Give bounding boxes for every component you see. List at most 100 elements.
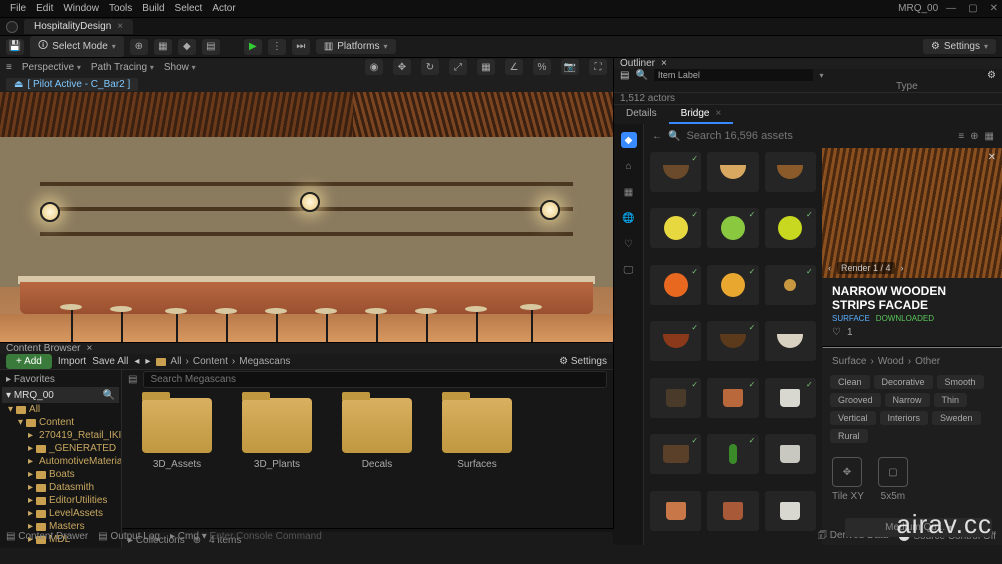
select-mode-button[interactable]: 🛈 Select Mode ▾: [30, 36, 124, 57]
save-all-button[interactable]: Save All: [92, 356, 128, 367]
folder-item[interactable]: Decals: [342, 398, 412, 470]
bridge-home-icon[interactable]: ◆: [621, 132, 637, 148]
import-button[interactable]: Import: [58, 356, 86, 367]
sequencer-icon[interactable]: ▤: [202, 39, 220, 55]
tree-node[interactable]: ▸ LevelAssets: [8, 507, 119, 520]
favorites-section[interactable]: ▸ Favorites: [2, 372, 119, 388]
tab-details[interactable]: Details: [614, 105, 669, 124]
viewport-maximize-icon[interactable]: ⛶: [589, 59, 607, 75]
sort-icon[interactable]: ⊕: [970, 131, 978, 142]
viewport-menu-icon[interactable]: ≡: [6, 62, 12, 73]
settings-button[interactable]: ⚙ Settings ▾: [923, 39, 996, 54]
path-breadcrumb[interactable]: All › Content › Megascans: [156, 356, 290, 367]
asset-thumb[interactable]: ✓: [707, 378, 758, 418]
asset-thumb[interactable]: ✓: [765, 265, 816, 305]
next-render-icon[interactable]: ›: [901, 263, 904, 273]
cb-settings-button[interactable]: ⚙ Settings: [559, 356, 607, 367]
asset-thumb[interactable]: [650, 491, 701, 531]
asset-thumb[interactable]: [765, 434, 816, 474]
asset-thumb[interactable]: [707, 491, 758, 531]
gizmo-select-icon[interactable]: ◉: [365, 59, 383, 75]
menu-select[interactable]: Select: [175, 3, 203, 14]
close-tab-icon[interactable]: ×: [715, 108, 721, 119]
perspective-dropdown[interactable]: Perspective ▾: [22, 62, 81, 73]
folder-item[interactable]: Surfaces: [442, 398, 512, 470]
tag[interactable]: Rural: [830, 429, 868, 443]
gizmo-move-icon[interactable]: ✥: [393, 59, 411, 75]
tag[interactable]: Smooth: [937, 375, 984, 389]
eject-icon[interactable]: ⏏: [14, 79, 23, 90]
filter-icon[interactable]: ▤: [128, 374, 137, 385]
bridge-collections-icon[interactable]: ▦: [621, 184, 637, 200]
asset-thumb[interactable]: ✓: [650, 378, 701, 418]
menu-file[interactable]: File: [10, 3, 26, 14]
close-panel-icon[interactable]: ×: [661, 58, 667, 69]
marketplace-icon[interactable]: ▦: [154, 39, 172, 55]
save-icon[interactable]: 💾: [6, 39, 24, 55]
cmd-input[interactable]: ▸ Cmd ▾ Enter Console Command: [170, 531, 322, 542]
content-drawer-button[interactable]: ▤ Content Drawer: [6, 531, 88, 542]
asset-thumb[interactable]: ✓: [707, 321, 758, 361]
menu-actor[interactable]: Actor: [212, 3, 235, 14]
asset-thumb[interactable]: [765, 321, 816, 361]
output-log-button[interactable]: ▤ Output Log: [98, 531, 160, 542]
snap-scale-icon[interactable]: %: [533, 59, 551, 75]
close-panel-icon[interactable]: ×: [86, 343, 92, 354]
tag[interactable]: Clean: [830, 375, 870, 389]
tree-node[interactable]: ▸ EditorUtilities: [8, 494, 119, 507]
outliner-options-icon[interactable]: ⚙: [987, 70, 996, 81]
bridge-favorites-icon[interactable]: ♡: [621, 236, 637, 252]
camera-speed-icon[interactable]: 📷: [561, 59, 579, 75]
folder-item[interactable]: 3D_Assets: [142, 398, 212, 470]
asset-thumb[interactable]: ✓: [650, 321, 701, 361]
asset-thumb[interactable]: [707, 152, 758, 192]
maximize-icon[interactable]: ▢: [968, 3, 977, 14]
history-fwd-icon[interactable]: ▸: [145, 356, 150, 367]
tree-node[interactable]: ▸ Boats: [8, 468, 119, 481]
back-icon[interactable]: ←: [652, 131, 662, 142]
folder-item[interactable]: 3D_Plants: [242, 398, 312, 470]
tag[interactable]: Decorative: [874, 375, 933, 389]
step-icon[interactable]: ⏭: [292, 39, 310, 55]
menu-build[interactable]: Build: [142, 3, 164, 14]
bridge-search-input[interactable]: [686, 130, 952, 142]
tree-node[interactable]: ▸ _GENERATED: [8, 442, 119, 455]
filter-icon[interactable]: ▤: [620, 70, 629, 81]
tag[interactable]: Grooved: [830, 393, 881, 407]
show-dropdown[interactable]: Show ▾: [164, 62, 196, 73]
tree-node[interactable]: ▾ Content: [8, 416, 119, 429]
view-icon[interactable]: ▦: [985, 131, 994, 142]
tab-bridge[interactable]: Bridge×: [669, 105, 734, 124]
asset-thumb[interactable]: ✓: [650, 434, 701, 474]
bridge-home-icon[interactable]: ⌂: [621, 158, 637, 174]
tile-option[interactable]: ✥Tile XY: [832, 457, 864, 502]
tag[interactable]: Thin: [934, 393, 968, 407]
asset-thumb[interactable]: ✓: [707, 265, 758, 305]
filter-icon[interactable]: ≡: [958, 131, 964, 142]
play-icon[interactable]: ▶: [244, 39, 262, 55]
asset-thumb[interactable]: ✓: [707, 434, 758, 474]
bridge-globe-icon[interactable]: 🌐: [621, 210, 637, 226]
asset-thumb[interactable]: ✓: [765, 378, 816, 418]
size-option[interactable]: ▢5x5m: [878, 457, 908, 502]
tag[interactable]: Interiors: [880, 411, 929, 425]
tree-node[interactable]: ▾ All: [8, 403, 119, 416]
gizmo-scale-icon[interactable]: ⤢: [449, 59, 467, 75]
tree-node[interactable]: ▸ 270419_Retail_IKI: [8, 429, 119, 442]
asset-thumb[interactable]: [765, 152, 816, 192]
tree-node[interactable]: ▸ Datasmith: [8, 481, 119, 494]
outliner-search-input[interactable]: [654, 69, 814, 81]
asset-thumb[interactable]: ✓: [707, 208, 758, 248]
play-options-icon[interactable]: ⋮: [268, 39, 286, 55]
tree-node[interactable]: ▸ AutomotiveMaterials: [8, 455, 119, 468]
asset-thumb[interactable]: ✓: [650, 152, 701, 192]
download-button[interactable]: Medium Qu... ▾: [845, 518, 992, 537]
menu-edit[interactable]: Edit: [36, 3, 53, 14]
bridge-asset-grid[interactable]: ✓ ✓ ✓ ✓ ✓ ✓ ✓ ✓ ✓ ✓ ✓ ✓: [644, 148, 822, 545]
gizmo-rotate-icon[interactable]: ↻: [421, 59, 439, 75]
minimize-icon[interactable]: —: [946, 3, 956, 14]
project-section[interactable]: ▾ MRQ_00🔍: [2, 388, 119, 403]
level-tab[interactable]: HospitalityDesign ×: [24, 19, 133, 34]
snap-grid-icon[interactable]: ▦: [477, 59, 495, 75]
tag[interactable]: Narrow: [885, 393, 930, 407]
